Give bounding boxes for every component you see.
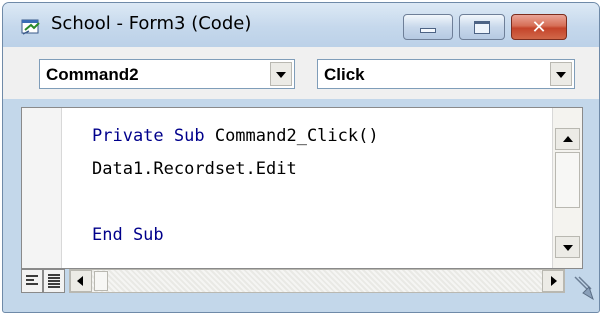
maximize-button[interactable] (459, 14, 505, 40)
horizontal-scroll-thumb[interactable] (94, 271, 108, 291)
scroll-up-button[interactable] (555, 128, 580, 150)
code-window: School - Form3 (Code) ✕ Command2 Click P… (2, 2, 600, 313)
chevron-down-icon (556, 72, 566, 78)
vertical-scrollbar[interactable] (552, 108, 582, 268)
selector-bar: Command2 Click (3, 47, 599, 99)
code-editor[interactable]: Private Sub Command2_Click() Data1.Recor… (21, 107, 583, 269)
procedure-selector[interactable]: Click (317, 59, 575, 89)
margin-indicator-bar[interactable] (22, 108, 62, 268)
arrow-left-icon (77, 276, 83, 286)
scroll-down-button[interactable] (555, 236, 580, 258)
minimize-button[interactable] (403, 14, 453, 40)
arrow-up-icon (563, 136, 573, 142)
object-selector-value: Command2 (46, 65, 139, 84)
minimize-icon (420, 28, 436, 33)
arrow-down-icon (563, 245, 573, 251)
code-keyword: Private Sub (92, 126, 205, 146)
full-module-view-icon (48, 274, 60, 288)
vb-form-icon (21, 19, 40, 35)
code-procedure-name: Command2_Click() (204, 126, 379, 146)
object-selector[interactable]: Command2 (39, 59, 295, 89)
bottom-bar (21, 269, 597, 301)
code-line: Data1.Recordset.Edit (92, 159, 297, 179)
chevron-down-icon (276, 72, 286, 78)
scroll-left-button[interactable] (70, 270, 92, 292)
horizontal-scrollbar[interactable] (69, 269, 565, 293)
procedure-selector-dropdown-button[interactable] (550, 62, 572, 86)
procedure-view-icon (26, 275, 38, 285)
scroll-right-button[interactable] (542, 270, 564, 292)
full-module-view-button[interactable] (43, 269, 65, 293)
close-icon: ✕ (531, 16, 547, 38)
object-selector-dropdown-button[interactable] (270, 62, 292, 86)
procedure-selector-value: Click (324, 65, 365, 84)
code-keyword: End Sub (92, 225, 164, 245)
title-bar[interactable]: School - Form3 (Code) ✕ (3, 3, 599, 47)
code-text[interactable]: Private Sub Command2_Click() Data1.Recor… (92, 120, 379, 252)
close-button[interactable]: ✕ (511, 14, 567, 40)
arrow-right-icon (551, 276, 557, 286)
procedure-view-button[interactable] (21, 269, 43, 293)
maximize-icon (474, 21, 490, 34)
window-title: School - Form3 (Code) (51, 13, 252, 34)
vertical-scroll-thumb[interactable] (555, 152, 580, 208)
resize-grip-icon[interactable] (569, 273, 597, 301)
